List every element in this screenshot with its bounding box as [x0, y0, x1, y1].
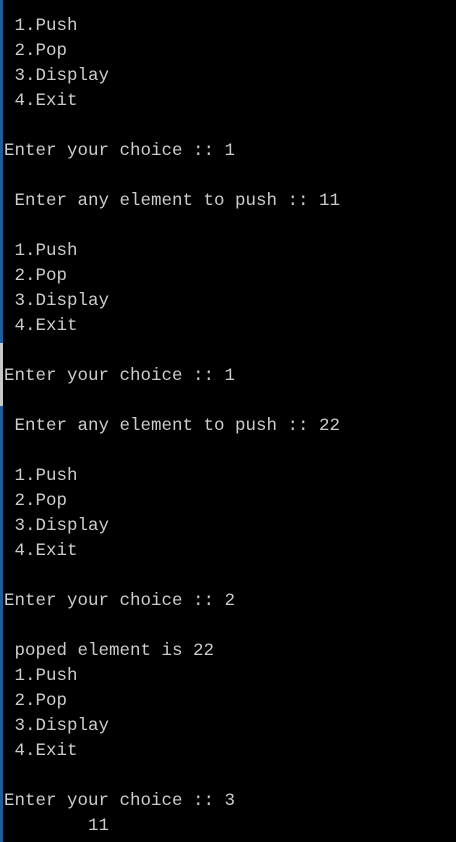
- window-edge: [0, 406, 3, 842]
- console-output: 1.Push 2.Pop 3.Display 4.Exit Enter your …: [4, 14, 456, 839]
- console-line: poped element is 22: [4, 641, 215, 661]
- console-line: Enter your choice :: 1: [4, 366, 236, 386]
- console-line: 2.Pop: [4, 266, 68, 286]
- window-edge-highlight: [0, 343, 3, 406]
- console-line: 3.Display: [4, 66, 110, 86]
- window-edge: [0, 0, 3, 343]
- console-line: 4.Exit: [4, 741, 78, 761]
- console-line: Enter your choice :: 1: [4, 141, 236, 161]
- console-line: 11: [4, 816, 110, 836]
- console-line: Enter your choice :: 3: [4, 791, 236, 811]
- console-line: 2.Pop: [4, 491, 68, 511]
- console-line: 2.Pop: [4, 41, 68, 61]
- console-line: 3.Display: [4, 516, 110, 536]
- console-line: 4.Exit: [4, 541, 78, 561]
- console-line: 4.Exit: [4, 91, 78, 111]
- console-line: 1.Push: [4, 466, 78, 486]
- console-line: 3.Display: [4, 716, 110, 736]
- console-line: 3.Display: [4, 291, 110, 311]
- console-line: Enter any element to push :: 11: [4, 191, 341, 211]
- console-line: 1.Push: [4, 16, 78, 36]
- console-line: Enter your choice :: 2: [4, 591, 236, 611]
- console-line: 4.Exit: [4, 316, 78, 336]
- console-line: Enter any element to push :: 22: [4, 416, 341, 436]
- console-line: 1.Push: [4, 666, 78, 686]
- console-line: 1.Push: [4, 241, 78, 261]
- console-line: 2.Pop: [4, 691, 68, 711]
